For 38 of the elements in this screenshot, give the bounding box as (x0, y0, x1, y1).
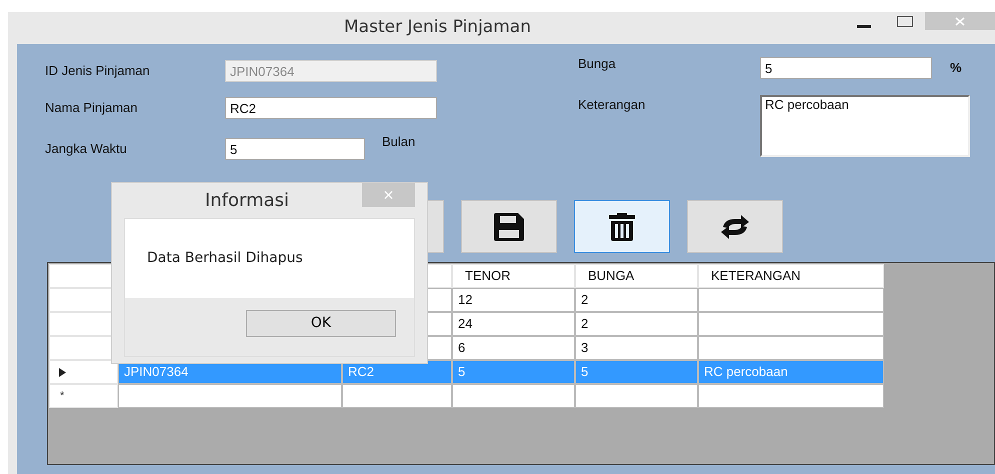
table-cell: 24 (452, 312, 575, 336)
new-row-marker: * (49, 384, 118, 408)
table-cell: 5 (452, 360, 575, 384)
column-header: KETERANGAN (698, 264, 884, 288)
refresh-icon (719, 214, 751, 240)
toolbar-button[interactable] (574, 200, 670, 253)
table-cell: 5 (575, 360, 698, 384)
input-field[interactable]: 5 (760, 57, 932, 79)
table-cell: 3 (575, 336, 698, 360)
trash-icon (608, 212, 636, 242)
current-row-icon (59, 368, 66, 376)
field-label: ID Jenis Pinjaman (45, 62, 151, 80)
close-icon (955, 16, 965, 26)
column-header: BUNGA (575, 264, 698, 288)
table-cell: 12 (452, 288, 575, 312)
field-label: Jangka Waktu (45, 140, 128, 158)
field-label: Nama Pinjaman (45, 99, 138, 118)
toolbar-button[interactable] (687, 200, 783, 253)
unit-label: % (950, 59, 962, 78)
save-icon (493, 212, 525, 242)
ok-button[interactable]: OK (246, 310, 396, 336)
field-label: Bunga (578, 55, 617, 73)
text-area[interactable]: RC percobaan (760, 95, 970, 157)
table-cell: 6 (452, 336, 575, 360)
table-cell: 2 (575, 312, 698, 336)
maximize-icon[interactable] (897, 16, 913, 28)
dialog-message: Data Berhasil Dihapus (147, 249, 303, 268)
dialog-title: Informasi (204, 189, 290, 213)
unit-label: Bulan (382, 133, 416, 151)
window-title: Master Jenis Pinjaman (344, 16, 531, 40)
toolbar-button[interactable] (461, 200, 557, 253)
minimize-icon[interactable] (857, 25, 871, 29)
field-label: Keterangan (578, 96, 646, 114)
input-field[interactable]: RC2 (225, 97, 437, 119)
table-cell: RC percobaan (698, 360, 884, 384)
table-cell: 2 (575, 288, 698, 312)
column-header: TENOR (452, 264, 575, 288)
input-field[interactable]: 5 (225, 138, 365, 160)
